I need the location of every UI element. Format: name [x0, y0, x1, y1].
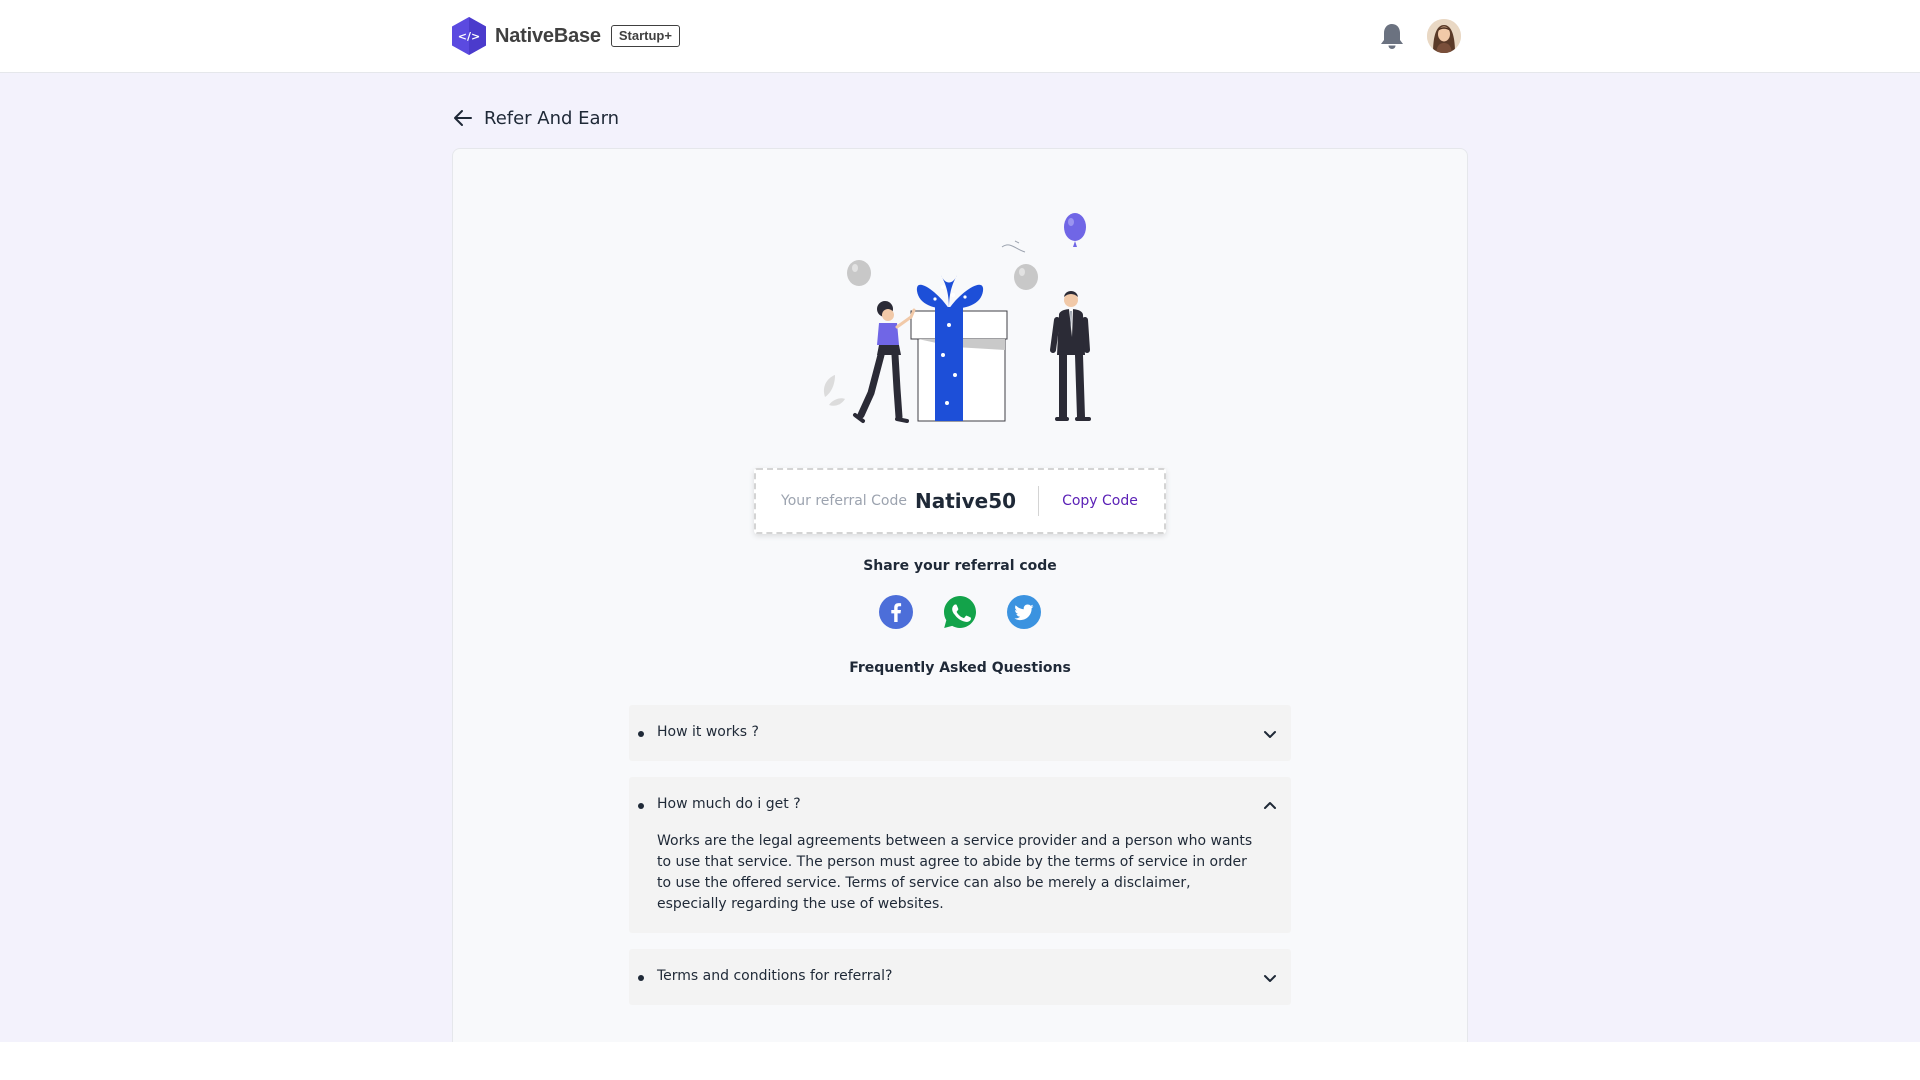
faq-question: How it works ? [657, 724, 759, 740]
gift-illustration [823, 213, 1091, 423]
facebook-share-button[interactable] [879, 595, 913, 629]
whatsapp-share-button[interactable] [943, 595, 977, 629]
page-footer-blank [0, 1042, 1920, 1080]
faq-item-terms: Terms and conditions for referral? [629, 949, 1291, 1005]
bullet-icon [638, 975, 644, 981]
twitter-icon [1007, 595, 1041, 629]
top-navbar: </> NativeBase Startup+ [0, 0, 1920, 73]
nativebase-logo-icon: </> [452, 17, 486, 55]
copy-code-button[interactable]: Copy Code [1062, 493, 1138, 509]
plan-badge: Startup+ [610, 25, 680, 47]
share-title: Share your referral code [863, 558, 1057, 574]
arrow-left-icon[interactable] [451, 106, 475, 130]
bullet-icon [638, 803, 644, 809]
faq-toggle-terms[interactable]: Terms and conditions for referral? [629, 949, 1291, 1005]
brand[interactable]: </> NativeBase Startup+ [451, 16, 680, 56]
page-header: Refer And Earn [451, 104, 619, 132]
faq-toggle-how-much[interactable]: How much do i get ? [629, 777, 1291, 833]
faq-question: Terms and conditions for referral? [657, 968, 893, 984]
page-title: Refer And Earn [484, 107, 620, 129]
referral-code-label: Your referral Code [781, 493, 907, 509]
twitter-share-button[interactable] [1007, 595, 1041, 629]
brand-name: NativeBase [495, 24, 601, 47]
whatsapp-icon [944, 596, 976, 628]
avatar-image [1427, 19, 1461, 53]
faq-question: How much do i get ? [657, 796, 801, 812]
faq-item-how-it-works: How it works ? [629, 705, 1291, 761]
faq-title: Frequently Asked Questions [849, 660, 1071, 676]
chevron-down-icon [1264, 731, 1276, 738]
faq-item-how-much: How much do i get ? Works are the legal … [629, 777, 1291, 933]
referral-code-box: Your referral Code Native50 Copy Code [754, 468, 1166, 534]
faq-answer: Works are the legal agreements between a… [657, 833, 1253, 912]
svg-text:</>: </> [458, 30, 480, 43]
divider [1038, 486, 1040, 516]
chevron-down-icon [1264, 975, 1276, 982]
bullet-icon [638, 731, 644, 737]
referral-code-value: Native50 [914, 489, 1017, 513]
bell-icon[interactable] [1379, 22, 1405, 50]
facebook-icon [879, 595, 913, 629]
avatar[interactable] [1427, 19, 1461, 53]
chevron-up-icon [1264, 802, 1276, 809]
faq-toggle-how-it-works[interactable]: How it works ? [629, 705, 1291, 761]
